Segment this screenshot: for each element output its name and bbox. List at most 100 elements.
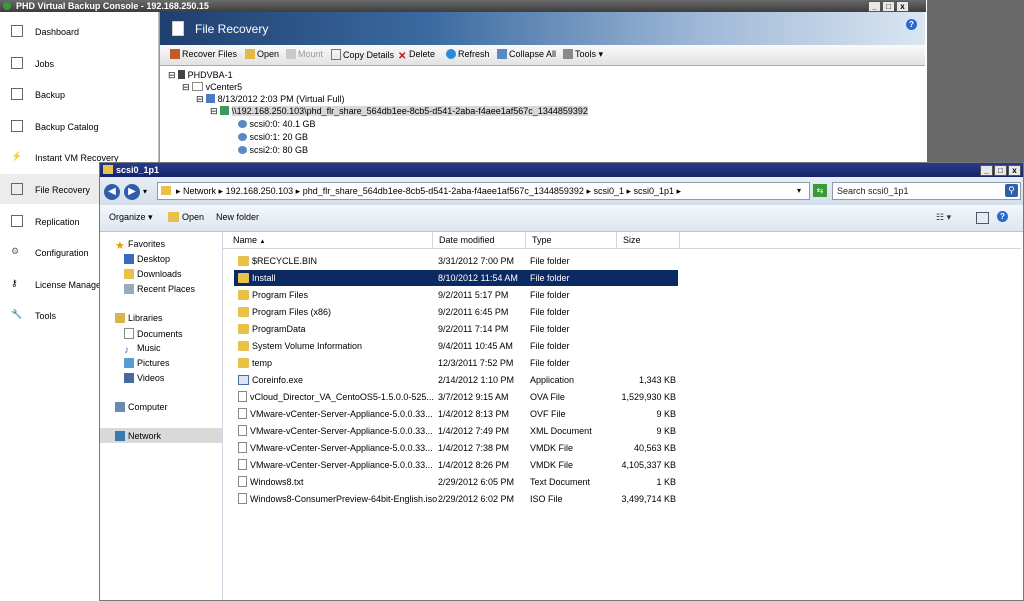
- breadcrumb: ▸ Network ▸ 192.168.250.103 ▸ phd_flr_sh…: [176, 186, 682, 196]
- nav-documents[interactable]: Documents: [124, 328, 183, 339]
- folder-icon: [238, 341, 249, 351]
- file-name-cell: Program Files: [238, 287, 308, 303]
- column-type[interactable]: Type: [526, 232, 617, 248]
- nav-favorites[interactable]: ★ Favorites: [115, 239, 165, 252]
- address-bar[interactable]: ▸ Network ▸ 192.168.250.103 ▸ phd_flr_sh…: [157, 182, 810, 200]
- sidebar-item-label: Tools: [35, 311, 57, 322]
- maximize-button[interactable]: □: [994, 165, 1007, 176]
- close-button[interactable]: x: [1008, 165, 1021, 176]
- file-row[interactable]: ProgramData 9/2/2011 7:14 PM File folder: [234, 321, 678, 337]
- sidebar-item[interactable]: Jobs: [0, 48, 158, 78]
- tree-node-backup[interactable]: ⊟ 8/13/2012 2:03 PM (Virtual Full): [196, 94, 344, 105]
- nav-computer[interactable]: Computer: [115, 402, 168, 412]
- breadcrumb-item[interactable]: scsi0_1p1: [634, 186, 675, 196]
- nav-downloads[interactable]: Downloads: [124, 269, 182, 279]
- tools-dropdown[interactable]: Tools ▾: [563, 49, 603, 60]
- file-type: Text Document: [530, 477, 591, 487]
- help-icon[interactable]: ?: [997, 211, 1008, 222]
- recover-files-button[interactable]: Recover Files: [170, 49, 237, 59]
- tree-node-disk[interactable]: scsi2:0: 80 GB: [238, 145, 308, 155]
- nav-network[interactable]: Network: [115, 431, 161, 441]
- open-folder-icon: [168, 212, 179, 222]
- tree-node-vcenter[interactable]: ⊟ vCenter5: [182, 82, 242, 93]
- file-row[interactable]: Install 8/10/2012 11:54 AM File folder: [234, 270, 678, 286]
- tree-node-root[interactable]: ⊟ PHDVBA-1: [168, 70, 233, 81]
- breadcrumb-item[interactable]: 192.168.250.103: [226, 186, 294, 196]
- file-row[interactable]: Windows8.txt 2/29/2012 6:05 PM Text Docume…: [234, 474, 678, 490]
- tree-node-disk[interactable]: scsi0:1: 20 GB: [238, 132, 308, 142]
- nav-videos[interactable]: Videos: [124, 373, 164, 383]
- column-name[interactable]: Name ▲: [227, 232, 433, 248]
- nav-recent-places[interactable]: Recent Places: [124, 284, 195, 294]
- recent-pages-dropdown[interactable]: ▾: [143, 187, 147, 196]
- preview-pane-icon[interactable]: [976, 212, 989, 224]
- delete-button[interactable]: ✕ Delete: [398, 49, 435, 62]
- tree-node-disk[interactable]: scsi0:0: 40.1 GB: [238, 119, 316, 129]
- help-icon[interactable]: ?: [906, 19, 917, 30]
- forward-button[interactable]: ▶: [124, 184, 140, 200]
- file-row[interactable]: System Volume Information 9/4/2011 10:45 …: [234, 338, 678, 354]
- search-icon[interactable]: ⚲: [1005, 184, 1018, 197]
- nav-pictures[interactable]: Pictures: [124, 358, 170, 368]
- backup-vm-icon: [206, 94, 216, 103]
- file-name-cell: System Volume Information: [238, 338, 362, 354]
- file-row[interactable]: vCloud_Director_VA_CentoOS5-1.5.0.0-525.…: [234, 389, 678, 405]
- delete-icon: ✕: [398, 51, 407, 62]
- nav-desktop[interactable]: Desktop: [124, 254, 170, 264]
- file-row[interactable]: Program Files (x86) 9/2/2011 6:45 PM File …: [234, 304, 678, 320]
- file-type: Application: [530, 375, 575, 385]
- file-name: Windows8.txt: [250, 477, 304, 487]
- minimize-button[interactable]: _: [980, 165, 993, 176]
- sidebar-item[interactable]: Backup: [0, 79, 158, 109]
- close-button[interactable]: x: [896, 1, 909, 12]
- file-row[interactable]: VMware-vCenter-Server-Appliance-5.0.0.33…: [234, 457, 678, 473]
- sidebar-item[interactable]: Dashboard: [0, 16, 158, 46]
- file-name: VMware-vCenter-Server-Appliance-5.0.0.33…: [250, 443, 433, 453]
- file-type: File folder: [530, 324, 570, 334]
- sidebar-item[interactable]: Backup Catalog: [0, 111, 158, 141]
- file-row[interactable]: VMware-vCenter-Server-Appliance-5.0.0.33…: [234, 406, 678, 422]
- file-type: File folder: [530, 256, 570, 266]
- refresh-button[interactable]: ⇆: [813, 184, 827, 197]
- open-button[interactable]: Open: [168, 212, 204, 222]
- file-row[interactable]: VMware-vCenter-Server-Appliance-5.0.0.33…: [234, 423, 678, 439]
- file-name: temp: [252, 358, 273, 368]
- page-title: File Recovery: [195, 22, 269, 36]
- file-date-modified: 2/29/2012 6:02 PM: [438, 494, 515, 504]
- file-size: 9 KB: [656, 426, 676, 436]
- column-size[interactable]: Size: [617, 232, 680, 248]
- breadcrumb-item[interactable]: phd_flr_share_564db1ee-8cb5-d541-2aba-f4…: [303, 186, 584, 196]
- address-dropdown[interactable]: ▾: [797, 183, 801, 199]
- file-row[interactable]: Windows8-ConsumerPreview-64bit-English.i…: [234, 491, 678, 507]
- organize-menu[interactable]: Organize ▾: [109, 212, 153, 223]
- file-row[interactable]: Coreinfo.exe 2/14/2012 1:10 PM Application…: [234, 372, 678, 388]
- search-input[interactable]: Search scsi0_1p1 ⚲: [832, 182, 1021, 200]
- tree-node-share[interactable]: ⊟ \\192.168.250.103\phd_flr_share_564db1…: [210, 106, 588, 117]
- breadcrumb-item[interactable]: Network: [183, 186, 216, 196]
- dashboard-icon: [11, 25, 23, 37]
- open-button[interactable]: Open: [245, 49, 279, 59]
- refresh-button[interactable]: Refresh: [446, 49, 490, 59]
- copy-details-button[interactable]: Copy Details: [331, 49, 394, 60]
- breadcrumb-item[interactable]: scsi0_1: [593, 186, 624, 196]
- view-options-icon[interactable]: ☷ ▾: [936, 212, 951, 223]
- file-date-modified: 2/29/2012 6:05 PM: [438, 477, 515, 487]
- column-header: Name ▲ Date modified Type Size: [223, 232, 1021, 249]
- back-button[interactable]: ◀: [104, 184, 120, 200]
- maximize-button[interactable]: □: [882, 1, 895, 12]
- file-name: $RECYCLE.BIN: [252, 256, 318, 266]
- collapse-all-button[interactable]: Collapse All: [497, 49, 556, 59]
- file-row[interactable]: $RECYCLE.BIN 3/31/2012 7:00 PM File folder: [234, 253, 678, 269]
- file-row[interactable]: VMware-vCenter-Server-Appliance-5.0.0.33…: [234, 440, 678, 456]
- nav-music[interactable]: ♪ Music: [124, 343, 161, 356]
- file-row[interactable]: temp 12/3/2011 7:52 PM File folder: [234, 355, 678, 371]
- file-row[interactable]: Program Files 9/2/2011 5:17 PM File folder: [234, 287, 678, 303]
- column-date-modified[interactable]: Date modified: [433, 232, 526, 248]
- nav-libraries[interactable]: Libraries: [115, 313, 163, 323]
- documents-icon: [124, 328, 134, 339]
- tools-icon: [563, 49, 573, 59]
- minimize-button[interactable]: _: [868, 1, 881, 12]
- mount-button[interactable]: Mount: [286, 49, 323, 59]
- wrench-icon: 🔧: [11, 309, 23, 320]
- new-folder-button[interactable]: New folder: [216, 212, 259, 222]
